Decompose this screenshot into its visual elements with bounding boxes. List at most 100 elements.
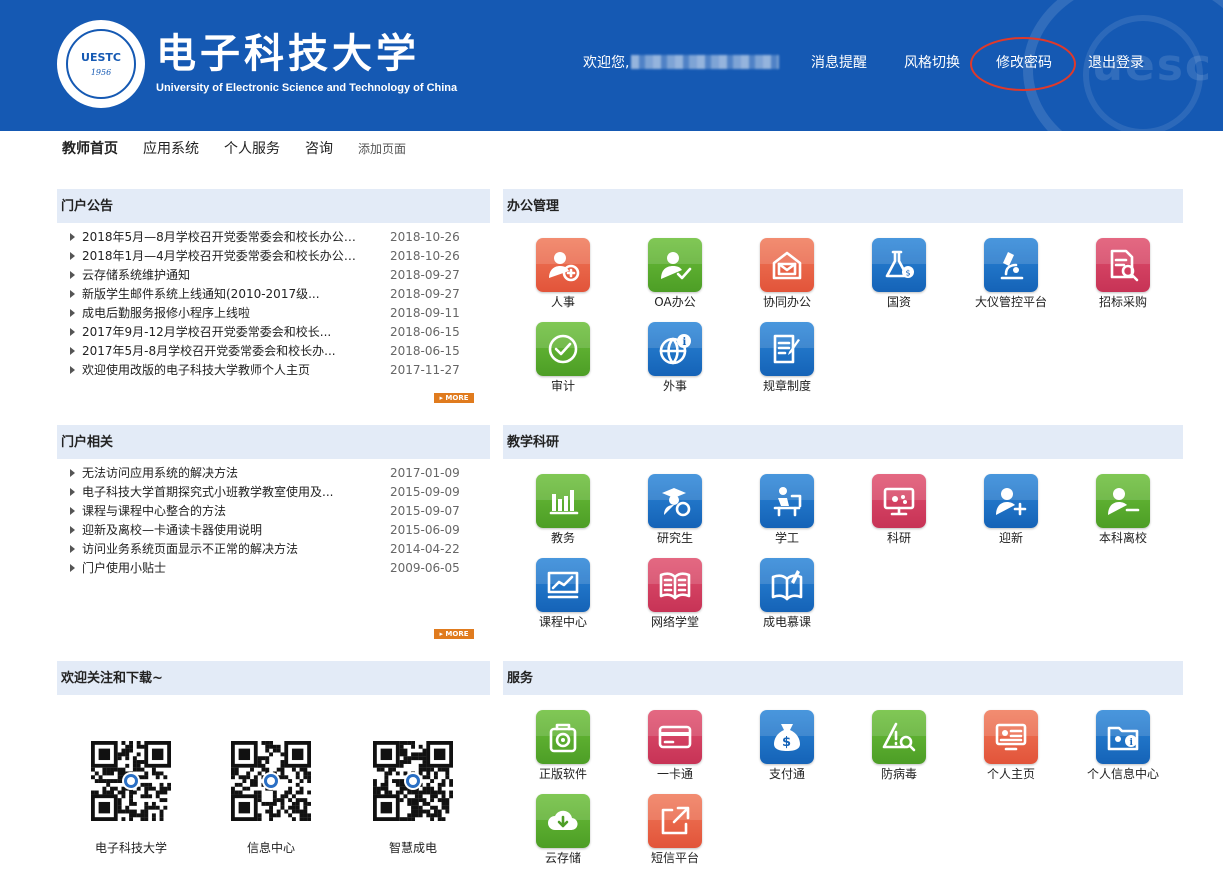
- app-launcher[interactable]: 迎新: [963, 474, 1059, 550]
- app-label[interactable]: 个人主页: [953, 765, 1069, 782]
- profile-card-icon[interactable]: [984, 710, 1038, 764]
- app-label[interactable]: 迎新: [953, 529, 1069, 546]
- news-title[interactable]: 2018年5月—8月学校召开党委常委会和校长办公会...: [82, 228, 362, 247]
- news-title[interactable]: 无法访问应用系统的解决方法: [82, 464, 362, 483]
- list-item[interactable]: 云存储系统维护通知 2018-09-27: [66, 266, 486, 285]
- app-launcher[interactable]: 科研: [851, 474, 947, 550]
- app-label[interactable]: 协同办公: [729, 293, 845, 310]
- news-title[interactable]: 欢迎使用改版的电子科技大学教师个人主页: [82, 361, 362, 380]
- app-launcher[interactable]: 云存储: [515, 794, 611, 870]
- app-launcher[interactable]: 一卡通: [627, 710, 723, 786]
- list-item[interactable]: 门户使用小贴士 2009-06-05: [66, 559, 486, 578]
- software-disc-icon[interactable]: [536, 710, 590, 764]
- news-title[interactable]: 新版学生邮件系统上线通知(2010-2017级...: [82, 285, 362, 304]
- app-label[interactable]: 防病毒: [841, 765, 957, 782]
- university-seal-logo[interactable]: UESTC 1956: [57, 20, 145, 108]
- app-launcher[interactable]: 正版软件: [515, 710, 611, 786]
- app-label[interactable]: 外事: [617, 377, 733, 394]
- app-launcher[interactable]: 学工: [739, 474, 835, 550]
- app-label[interactable]: 课程中心: [505, 613, 621, 630]
- add-page-link[interactable]: 添加页面: [358, 140, 406, 157]
- app-launcher[interactable]: 防病毒: [851, 710, 947, 786]
- check-circle-icon[interactable]: [536, 322, 590, 376]
- app-label[interactable]: 规章制度: [729, 377, 845, 394]
- app-label[interactable]: 正版软件: [505, 765, 621, 782]
- app-launcher[interactable]: i 外事: [627, 322, 723, 398]
- open-book-icon[interactable]: [648, 558, 702, 612]
- app-label[interactable]: 网络学堂: [617, 613, 733, 630]
- warning-search-icon[interactable]: [872, 710, 926, 764]
- list-item[interactable]: 2018年1月—4月学校召开党委常委会和校长办公会... 2018-10-26: [66, 247, 486, 266]
- screen-chart-icon[interactable]: [536, 558, 590, 612]
- list-item[interactable]: 2018年5月—8月学校召开党委常委会和校长办公会... 2018-10-26: [66, 228, 486, 247]
- more-button-notice[interactable]: ▸ MORE: [434, 393, 474, 403]
- news-title[interactable]: 2018年1月—4月学校召开党委常委会和校长办公会...: [82, 247, 362, 266]
- student-desk-icon[interactable]: [760, 474, 814, 528]
- nav-logout[interactable]: 退出登录: [1088, 52, 1144, 72]
- nav-theme-switch[interactable]: 风格切换: [904, 52, 960, 72]
- list-item[interactable]: 课程与课程中心整合的方法 2015-09-07: [66, 502, 486, 521]
- app-label[interactable]: 国资: [841, 293, 957, 310]
- app-launcher[interactable]: 本科离校: [1075, 474, 1171, 550]
- news-title[interactable]: 课程与课程中心整合的方法: [82, 502, 362, 521]
- more-button-related[interactable]: ▸ MORE: [434, 629, 474, 639]
- tab-app-systems[interactable]: 应用系统: [143, 138, 199, 158]
- list-item[interactable]: 电子科技大学首期探究式小班教学教室使用及... 2015-09-09: [66, 483, 486, 502]
- news-title[interactable]: 迎新及离校—卡通读卡器使用说明: [82, 521, 362, 540]
- app-label[interactable]: 个人信息中心: [1065, 765, 1181, 782]
- app-launcher[interactable]: $ 支付通: [739, 710, 835, 786]
- app-label[interactable]: 教务: [505, 529, 621, 546]
- list-item[interactable]: 新版学生邮件系统上线通知(2010-2017级... 2018-09-27: [66, 285, 486, 304]
- list-item[interactable]: 成电后勤服务报修小程序上线啦 2018-09-11: [66, 304, 486, 323]
- flask-coin-icon[interactable]: $: [872, 238, 926, 292]
- tab-personal-services[interactable]: 个人服务: [224, 138, 280, 158]
- list-item[interactable]: 无法访问应用系统的解决方法 2017-01-09: [66, 464, 486, 483]
- app-launcher[interactable]: 短信平台: [627, 794, 723, 870]
- person-remove-icon[interactable]: [1096, 474, 1150, 528]
- list-item[interactable]: 访问业务系统页面显示不正常的解决方法 2014-04-22: [66, 540, 486, 559]
- app-launcher[interactable]: OA办公: [627, 238, 723, 314]
- nav-messages[interactable]: 消息提醒: [811, 52, 867, 72]
- news-title[interactable]: 成电后勤服务报修小程序上线啦: [82, 304, 362, 323]
- app-label[interactable]: 成电慕课: [729, 613, 845, 630]
- app-launcher[interactable]: $ 国资: [851, 238, 947, 314]
- graduate-icon[interactable]: [648, 474, 702, 528]
- app-launcher[interactable]: 协同办公: [739, 238, 835, 314]
- app-label[interactable]: 招标采购: [1065, 293, 1181, 310]
- monitor-gears-icon[interactable]: [872, 474, 926, 528]
- money-bag-icon[interactable]: $: [760, 710, 814, 764]
- document-pen-icon[interactable]: [760, 322, 814, 376]
- cloud-download-icon[interactable]: [536, 794, 590, 848]
- app-launcher[interactable]: 大仪管控平台: [963, 238, 1059, 314]
- news-title[interactable]: 云存储系统维护通知: [82, 266, 362, 285]
- app-label[interactable]: 云存储: [505, 849, 621, 866]
- card-icon[interactable]: [648, 710, 702, 764]
- list-item[interactable]: 2017年5月-8月学校召开党委常委会和校长办... 2018-06-15: [66, 342, 486, 361]
- app-label[interactable]: 人事: [505, 293, 621, 310]
- app-launcher[interactable]: 个人主页: [963, 710, 1059, 786]
- app-launcher[interactable]: i 个人信息中心: [1075, 710, 1171, 786]
- app-label[interactable]: 学工: [729, 529, 845, 546]
- news-title[interactable]: 门户使用小贴士: [82, 559, 362, 578]
- app-launcher[interactable]: 课程中心: [515, 558, 611, 634]
- list-item[interactable]: 欢迎使用改版的电子科技大学教师个人主页 2017-11-27: [66, 361, 486, 380]
- news-title[interactable]: 2017年5月-8月学校召开党委常委会和校长办...: [82, 342, 362, 361]
- app-label[interactable]: 研究生: [617, 529, 733, 546]
- app-launcher[interactable]: 研究生: [627, 474, 723, 550]
- app-launcher[interactable]: 网络学堂: [627, 558, 723, 634]
- tab-teacher-home[interactable]: 教师首页: [62, 138, 118, 158]
- person-phone-icon[interactable]: [536, 238, 590, 292]
- list-item[interactable]: 2017年9月-12月学校召开党委常委会和校长... 2018-06-15: [66, 323, 486, 342]
- app-launcher[interactable]: 规章制度: [739, 322, 835, 398]
- app-launcher[interactable]: 人事: [515, 238, 611, 314]
- app-launcher[interactable]: 审计: [515, 322, 611, 398]
- news-title[interactable]: 电子科技大学首期探究式小班教学教室使用及...: [82, 483, 362, 502]
- app-label[interactable]: 一卡通: [617, 765, 733, 782]
- microscope-icon[interactable]: [984, 238, 1038, 292]
- list-item[interactable]: 迎新及离校—卡通读卡器使用说明 2015-06-09: [66, 521, 486, 540]
- share-arrow-icon[interactable]: [648, 794, 702, 848]
- person-add-icon[interactable]: [984, 474, 1038, 528]
- tab-consult[interactable]: 咨询: [305, 138, 333, 158]
- app-launcher[interactable]: 招标采购: [1075, 238, 1171, 314]
- app-label[interactable]: 审计: [505, 377, 621, 394]
